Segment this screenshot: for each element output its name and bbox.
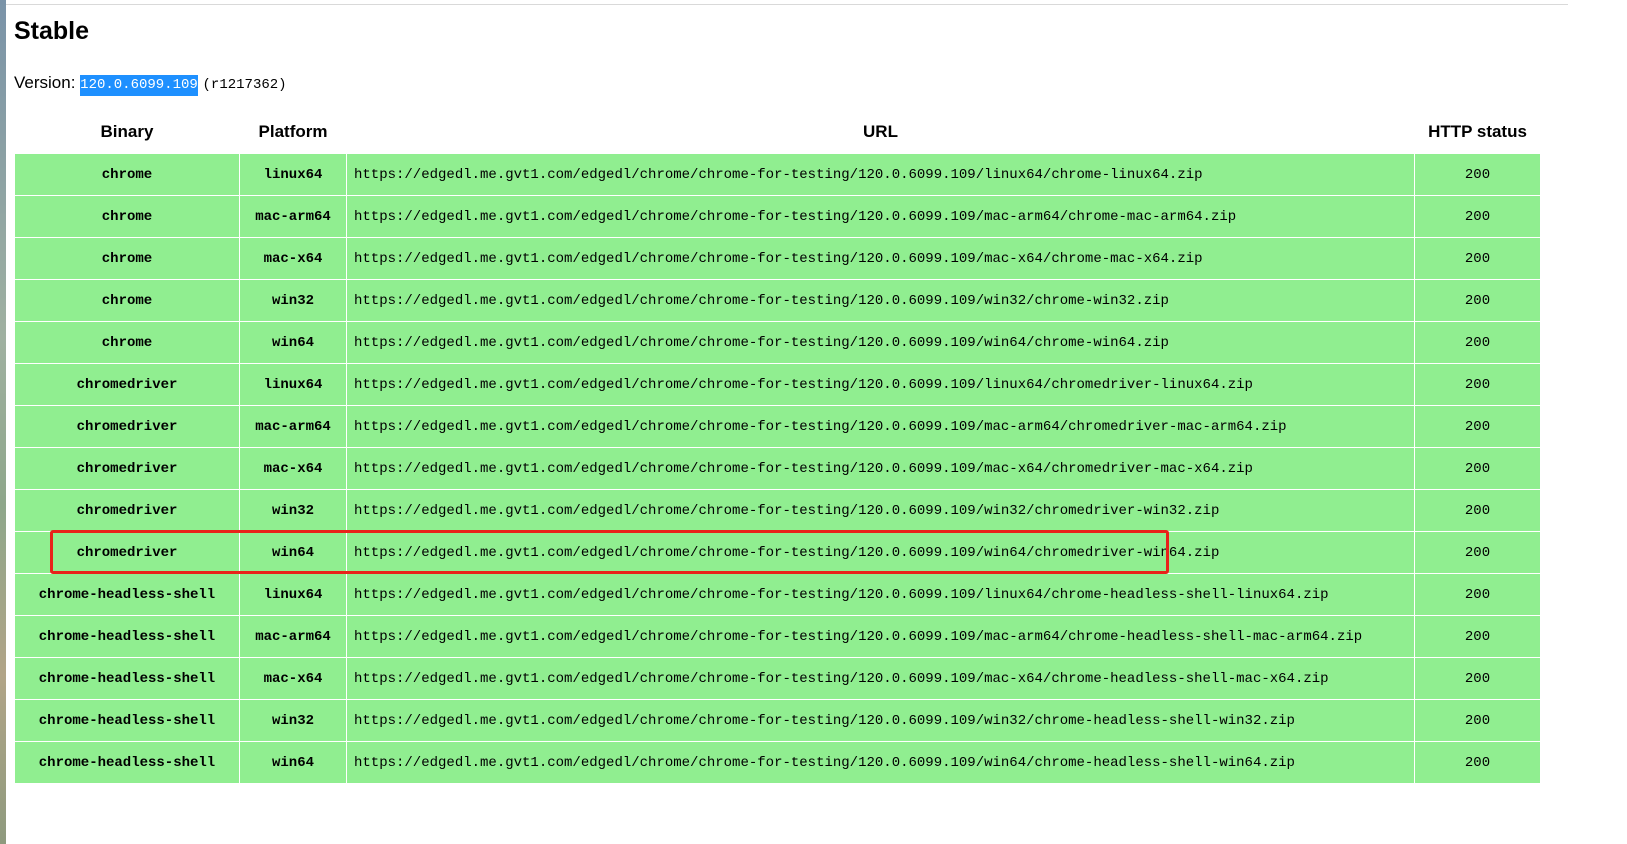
cell-url[interactable]: https://edgedl.me.gvt1.com/edgedl/chrome…: [346, 363, 1415, 406]
header-http-status: HTTP status: [1414, 110, 1541, 154]
table-row: chromedriver win32 https://edgedl.me.gvt…: [14, 489, 1541, 532]
right-blank-area: [1568, 0, 1627, 844]
cell-platform: mac-x64: [239, 447, 347, 490]
cell-binary: chrome-headless-shell: [14, 699, 240, 742]
table-row: chrome-headless-shell win32 https://edge…: [14, 699, 1541, 742]
cell-platform: linux64: [239, 153, 347, 196]
cell-url[interactable]: https://edgedl.me.gvt1.com/edgedl/chrome…: [346, 153, 1415, 196]
cell-url[interactable]: https://edgedl.me.gvt1.com/edgedl/chrome…: [346, 699, 1415, 742]
cell-url[interactable]: https://edgedl.me.gvt1.com/edgedl/chrome…: [346, 195, 1415, 238]
cell-url[interactable]: https://edgedl.me.gvt1.com/edgedl/chrome…: [346, 531, 1415, 574]
table-row: chrome mac-arm64 https://edgedl.me.gvt1.…: [14, 195, 1541, 238]
cell-binary: chromedriver: [14, 363, 240, 406]
table-row: chromedriver mac-x64 https://edgedl.me.g…: [14, 447, 1541, 490]
cell-url[interactable]: https://edgedl.me.gvt1.com/edgedl/chrome…: [346, 489, 1415, 532]
cell-url[interactable]: https://edgedl.me.gvt1.com/edgedl/chrome…: [346, 237, 1415, 280]
table-row: chromedriver mac-arm64 https://edgedl.me…: [14, 405, 1541, 448]
cell-http-status: 200: [1414, 279, 1541, 322]
version-line: Version: 120.0.6099.109 (r1217362): [14, 73, 287, 96]
cell-url[interactable]: https://edgedl.me.gvt1.com/edgedl/chrome…: [346, 405, 1415, 448]
table-row: chrome win64 https://edgedl.me.gvt1.com/…: [14, 321, 1541, 364]
cell-binary: chrome: [14, 153, 240, 196]
table-row: chrome mac-x64 https://edgedl.me.gvt1.co…: [14, 237, 1541, 280]
header-platform: Platform: [239, 110, 347, 154]
cell-url[interactable]: https://edgedl.me.gvt1.com/edgedl/chrome…: [346, 321, 1415, 364]
cell-platform: mac-x64: [239, 237, 347, 280]
cell-http-status: 200: [1414, 195, 1541, 238]
table-row: chrome-headless-shell mac-x64 https://ed…: [14, 657, 1541, 700]
cell-url[interactable]: https://edgedl.me.gvt1.com/edgedl/chrome…: [346, 279, 1415, 322]
cell-binary: chrome: [14, 279, 240, 322]
cell-platform: win64: [239, 321, 347, 364]
revision-number: (r1217362): [202, 77, 287, 93]
cell-binary: chromedriver: [14, 489, 240, 532]
cell-http-status: 200: [1414, 405, 1541, 448]
cell-platform: mac-arm64: [239, 195, 347, 238]
cell-http-status: 200: [1414, 531, 1541, 574]
cell-binary: chromedriver: [14, 405, 240, 448]
cell-binary: chrome-headless-shell: [14, 573, 240, 616]
cell-binary: chromedriver: [14, 447, 240, 490]
cell-platform: mac-arm64: [239, 405, 347, 448]
desktop-wallpaper-strip: [0, 0, 6, 844]
cell-http-status: 200: [1414, 657, 1541, 700]
cell-binary: chrome-headless-shell: [14, 741, 240, 784]
cell-binary: chrome: [14, 321, 240, 364]
cell-binary: chrome: [14, 195, 240, 238]
cell-http-status: 200: [1414, 573, 1541, 616]
cell-http-status: 200: [1414, 489, 1541, 532]
cell-binary: chrome-headless-shell: [14, 615, 240, 658]
version-label: Version:: [14, 73, 76, 92]
header-binary: Binary: [14, 110, 240, 154]
cell-http-status: 200: [1414, 153, 1541, 196]
cell-binary: chrome-headless-shell: [14, 657, 240, 700]
cell-binary: chrome: [14, 237, 240, 280]
cell-platform: linux64: [239, 573, 347, 616]
cell-url[interactable]: https://edgedl.me.gvt1.com/edgedl/chrome…: [346, 573, 1415, 616]
cell-platform: linux64: [239, 363, 347, 406]
table-row-highlighted: chromedriver win64 https://edgedl.me.gvt…: [14, 531, 1541, 574]
downloads-table: Binary Platform URL HTTP status chrome l…: [14, 110, 1541, 784]
top-divider: [6, 4, 1568, 5]
table-row: chrome linux64 https://edgedl.me.gvt1.co…: [14, 153, 1541, 196]
table-row: chrome win32 https://edgedl.me.gvt1.com/…: [14, 279, 1541, 322]
cell-platform: win64: [239, 741, 347, 784]
cell-platform: win32: [239, 489, 347, 532]
cell-url[interactable]: https://edgedl.me.gvt1.com/edgedl/chrome…: [346, 447, 1415, 490]
section-title: Stable: [14, 17, 90, 45]
cell-http-status: 200: [1414, 615, 1541, 658]
table-row: chromedriver linux64 https://edgedl.me.g…: [14, 363, 1541, 406]
cell-http-status: 200: [1414, 741, 1541, 784]
cell-url[interactable]: https://edgedl.me.gvt1.com/edgedl/chrome…: [346, 615, 1415, 658]
table-row: chrome-headless-shell linux64 https://ed…: [14, 573, 1541, 616]
cell-platform: mac-x64: [239, 657, 347, 700]
cell-platform: win32: [239, 699, 347, 742]
cell-platform: win64: [239, 531, 347, 574]
version-number-selected[interactable]: 120.0.6099.109: [80, 75, 198, 96]
cell-http-status: 200: [1414, 447, 1541, 490]
cell-http-status: 200: [1414, 321, 1541, 364]
cell-url[interactable]: https://edgedl.me.gvt1.com/edgedl/chrome…: [346, 657, 1415, 700]
cell-platform: mac-arm64: [239, 615, 347, 658]
header-url: URL: [346, 110, 1415, 154]
table-row: chrome-headless-shell win64 https://edge…: [14, 741, 1541, 784]
cell-url[interactable]: https://edgedl.me.gvt1.com/edgedl/chrome…: [346, 741, 1415, 784]
cell-http-status: 200: [1414, 363, 1541, 406]
table-row: chrome-headless-shell mac-arm64 https://…: [14, 615, 1541, 658]
cell-platform: win32: [239, 279, 347, 322]
cell-http-status: 200: [1414, 699, 1541, 742]
cell-binary: chromedriver: [14, 531, 240, 574]
table-header-row: Binary Platform URL HTTP status: [14, 110, 1541, 154]
cell-http-status: 200: [1414, 237, 1541, 280]
